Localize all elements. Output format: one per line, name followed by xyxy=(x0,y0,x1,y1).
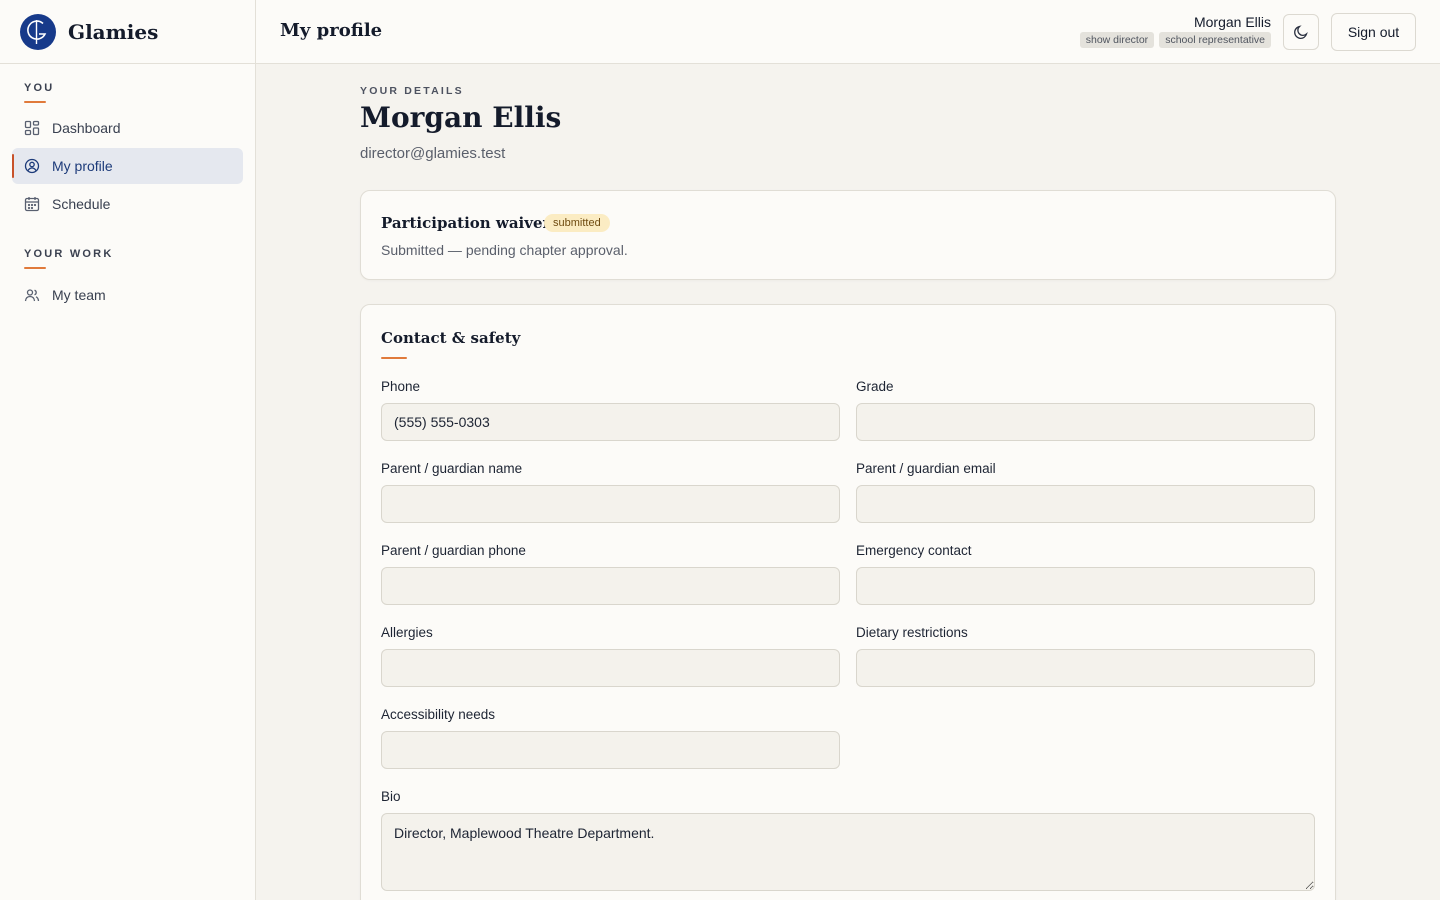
dietary-restrictions-label: Dietary restrictions xyxy=(856,625,968,640)
waiver-card: Participation waiver submitted Submitted… xyxy=(360,190,1336,280)
brand-name: Glamies xyxy=(68,19,159,44)
nav-section-label-your-work: YOUR WORK xyxy=(24,248,114,260)
calendar-icon xyxy=(24,197,40,212)
dietary-restrictions-input[interactable] xyxy=(856,649,1315,687)
role-badge: show director xyxy=(1079,32,1155,48)
bio-textarea[interactable]: Director, Maplewood Theatre Department. xyxy=(381,813,1315,891)
sign-out-button[interactable]: Sign out xyxy=(1331,13,1416,51)
accessibility-needs-label: Accessibility needs xyxy=(381,707,496,722)
sidebar-item-label: Schedule xyxy=(52,196,111,212)
grade-label: Grade xyxy=(856,379,894,394)
user-circle-icon xyxy=(24,158,40,174)
section-divider xyxy=(24,101,46,103)
phone-label: Phone xyxy=(381,379,421,394)
moon-icon xyxy=(1294,25,1308,40)
bio-label: Bio xyxy=(381,789,401,804)
section-eyebrow: YOUR DETAILS xyxy=(360,85,464,97)
glamies-logo-icon xyxy=(20,13,56,50)
theme-toggle-button[interactable] xyxy=(1283,14,1319,50)
profile-email: director@glamies.test xyxy=(360,145,506,162)
guardian-name-input[interactable] xyxy=(381,485,840,523)
guardian-phone-label: Parent / guardian phone xyxy=(381,543,526,558)
users-icon xyxy=(24,289,40,302)
grade-input[interactable] xyxy=(856,403,1315,441)
section-title: Contact & safety xyxy=(381,329,521,347)
profile-name: Morgan Ellis xyxy=(360,101,562,134)
section-divider xyxy=(381,357,407,359)
guardian-name-label: Parent / guardian name xyxy=(381,461,523,476)
sidebar: Glamies YOU Dashboard My profile Schedul… xyxy=(0,0,256,900)
user-name: Morgan Ellis xyxy=(1193,14,1271,30)
guardian-email-input[interactable] xyxy=(856,485,1315,523)
role-badges: show director school representative xyxy=(1079,32,1271,48)
guardian-email-label: Parent / guardian email xyxy=(856,461,996,476)
waiver-message: Submitted — pending chapter approval. xyxy=(381,242,628,258)
sidebar-item-label: Dashboard xyxy=(52,120,121,136)
emergency-contact-input[interactable] xyxy=(856,567,1315,605)
brand[interactable]: Glamies xyxy=(0,0,255,64)
nav-section-label-you: YOU xyxy=(24,82,55,94)
dashboard-grid-icon xyxy=(24,120,40,136)
status-badge: submitted xyxy=(544,214,610,232)
allergies-label: Allergies xyxy=(381,625,433,640)
user-info: Morgan Ellis show director school repres… xyxy=(1079,14,1271,48)
role-badge: school representative xyxy=(1159,32,1271,48)
sidebar-item-my-profile[interactable]: My profile xyxy=(12,148,243,184)
sidebar-item-dashboard[interactable]: Dashboard xyxy=(12,110,243,146)
sidebar-item-label: My profile xyxy=(52,158,113,174)
guardian-phone-input[interactable] xyxy=(381,567,840,605)
top-bar: My profile Morgan Ellis show director sc… xyxy=(256,0,1440,64)
sidebar-item-label: My team xyxy=(52,287,106,303)
page-title: My profile xyxy=(280,20,383,41)
accessibility-needs-input[interactable] xyxy=(381,731,840,769)
sidebar-item-my-team[interactable]: My team xyxy=(12,277,243,313)
contact-safety-card: Contact & safety Phone Grade Parent / gu… xyxy=(360,304,1336,900)
emergency-contact-label: Emergency contact xyxy=(856,543,972,558)
waiver-title: Participation waiver xyxy=(381,214,551,232)
allergies-input[interactable] xyxy=(381,649,840,687)
phone-input[interactable] xyxy=(381,403,840,441)
sidebar-item-schedule[interactable]: Schedule xyxy=(12,186,243,222)
section-divider xyxy=(24,267,46,269)
